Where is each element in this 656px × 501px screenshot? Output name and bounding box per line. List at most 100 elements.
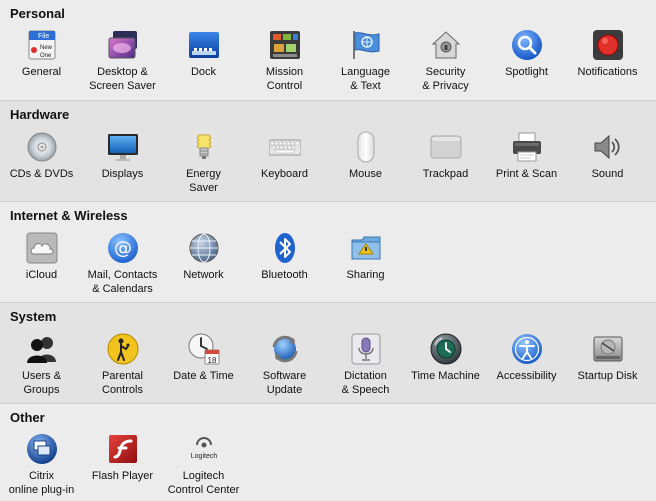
section-system: System Users & Groups Parental Controls … xyxy=(0,303,656,404)
pref-mouse[interactable]: Mouse xyxy=(325,131,406,181)
pref-label: Date & Time xyxy=(173,370,234,382)
system-preferences-pane: Personal File New One General Desktop & … xyxy=(0,0,656,501)
pref-logitech-control-center[interactable]: Logitech Logitech Control Center xyxy=(163,433,244,497)
pref-sound[interactable]: Sound xyxy=(567,131,648,181)
pref-flash-player[interactable]: Flash Player xyxy=(82,433,163,483)
section-other: Other Citrix online plug-in Flash Player… xyxy=(0,404,656,501)
section-title-other: Other xyxy=(10,410,45,425)
pref-label: Trackpad xyxy=(422,168,469,180)
pref-citrix-online-plugin[interactable]: Citrix online plug-in xyxy=(1,433,82,497)
pref-network[interactable]: Network xyxy=(163,232,244,282)
general-icon: File New One xyxy=(26,29,58,61)
pref-label: Sharing xyxy=(346,269,385,281)
pref-label: Notifications xyxy=(577,66,638,78)
time-machine-icon xyxy=(430,333,462,365)
pref-time-machine[interactable]: Time Machine xyxy=(405,333,486,383)
pref-general[interactable]: File New One General xyxy=(1,29,82,79)
calendar-day: 18 xyxy=(207,356,216,365)
pref-label: Mouse xyxy=(348,168,383,180)
pref-label: Energy Saver xyxy=(186,168,221,194)
pref-label: Citrix online plug-in xyxy=(8,470,75,496)
users-icon xyxy=(26,333,58,365)
trackpad-icon xyxy=(430,131,462,163)
pref-label: Spotlight xyxy=(505,66,548,78)
desktop-icon xyxy=(107,29,139,61)
pref-label: Logitech Control Center xyxy=(167,470,240,496)
pref-displays[interactable]: Displays xyxy=(82,131,163,181)
cloud-icon xyxy=(26,232,58,264)
bluetooth-icon xyxy=(269,232,301,264)
pref-label: Dock xyxy=(190,66,217,78)
pref-label: Language & Text xyxy=(341,66,390,92)
folder-icon xyxy=(350,232,382,264)
globe-icon xyxy=(188,232,220,264)
pref-startup-disk[interactable]: Startup Disk xyxy=(567,333,648,383)
flash-icon xyxy=(107,433,139,465)
section-title-system: System xyxy=(10,309,57,324)
microphone-icon xyxy=(350,333,382,365)
pref-label: Bluetooth xyxy=(261,269,308,281)
pref-label: Users & Groups xyxy=(21,370,62,396)
pref-software-update[interactable]: Software Update xyxy=(244,333,325,397)
mission-control-icon xyxy=(269,29,301,61)
pref-dictation-speech[interactable]: Dictation & Speech xyxy=(325,333,406,397)
section-title-internet-wireless: Internet & Wireless xyxy=(10,208,128,223)
pref-language-text[interactable]: Language & Text xyxy=(325,29,406,93)
pref-energy-saver[interactable]: Energy Saver xyxy=(163,131,244,195)
svg-text:@: @ xyxy=(114,238,132,259)
pref-trackpad[interactable]: Trackpad xyxy=(405,131,486,181)
disc-icon xyxy=(26,131,58,163)
pref-label: Flash Player xyxy=(91,470,154,482)
flag-icon xyxy=(350,29,382,61)
pref-sharing[interactable]: Sharing xyxy=(325,232,406,282)
pref-label: Software Update xyxy=(262,370,307,396)
house-lock-icon xyxy=(430,29,462,61)
pref-icloud[interactable]: iCloud xyxy=(1,232,82,282)
section-title-hardware: Hardware xyxy=(10,107,70,122)
logitech-icon: Logitech xyxy=(188,433,220,465)
pref-dock[interactable]: Dock xyxy=(163,29,244,79)
accessibility-icon xyxy=(511,333,543,365)
pref-label: Parental Controls xyxy=(102,370,143,396)
notifications-icon xyxy=(592,29,624,61)
pref-date-time[interactable]: 18 Date & Time xyxy=(163,333,244,383)
pref-bluetooth[interactable]: Bluetooth xyxy=(244,232,325,282)
section-internet-wireless: Internet & Wireless iCloud @ Mail, Conta… xyxy=(0,202,656,303)
pref-desktop-screen-saver[interactable]: Desktop & Screen Saver xyxy=(82,29,163,93)
update-icon xyxy=(269,333,301,365)
pref-label: Accessibility xyxy=(496,370,557,382)
section-hardware: Hardware CDs & DVDs Displays Energy Save… xyxy=(0,101,656,202)
pref-notifications[interactable]: Notifications xyxy=(567,29,648,79)
section-title-personal: Personal xyxy=(10,6,65,21)
pref-accessibility[interactable]: Accessibility xyxy=(486,333,567,383)
pref-label: General xyxy=(21,66,62,78)
pref-print-scan[interactable]: Print & Scan xyxy=(486,131,567,181)
general-icon-text-file: File xyxy=(38,33,49,40)
general-icon-text-new: New xyxy=(40,45,53,51)
at-icon: @ xyxy=(107,232,139,264)
clock-icon: 18 xyxy=(188,333,220,365)
printer-icon xyxy=(511,131,543,163)
bulb-icon xyxy=(188,131,220,163)
pref-label: Dictation & Speech xyxy=(341,370,390,396)
pref-label: Print & Scan xyxy=(495,168,558,180)
pref-parental-controls[interactable]: Parental Controls xyxy=(82,333,163,397)
speaker-icon xyxy=(592,131,624,163)
pref-label: Security & Privacy xyxy=(422,66,469,92)
pref-security-privacy[interactable]: Security & Privacy xyxy=(405,29,486,93)
pref-cds-dvds[interactable]: CDs & DVDs xyxy=(1,131,82,181)
general-icon-text-one: One xyxy=(40,53,52,59)
pref-label: iCloud xyxy=(25,269,58,281)
pref-spotlight[interactable]: Spotlight xyxy=(486,29,567,79)
pref-label: Mail, Contacts & Calendars xyxy=(87,269,158,295)
pref-mail-contacts-calendars[interactable]: @ Mail, Contacts & Calendars xyxy=(82,232,163,296)
pref-label: Startup Disk xyxy=(577,370,638,382)
pref-label: Mission Control xyxy=(265,66,304,92)
parental-icon xyxy=(107,333,139,365)
dock-icon xyxy=(188,29,220,61)
pref-mission-control[interactable]: Mission Control xyxy=(244,29,325,93)
pref-label: Desktop & Screen Saver xyxy=(89,66,156,92)
pref-keyboard[interactable]: Keyboard xyxy=(244,131,325,181)
keyboard-icon xyxy=(268,131,301,163)
pref-users-groups[interactable]: Users & Groups xyxy=(1,333,82,397)
